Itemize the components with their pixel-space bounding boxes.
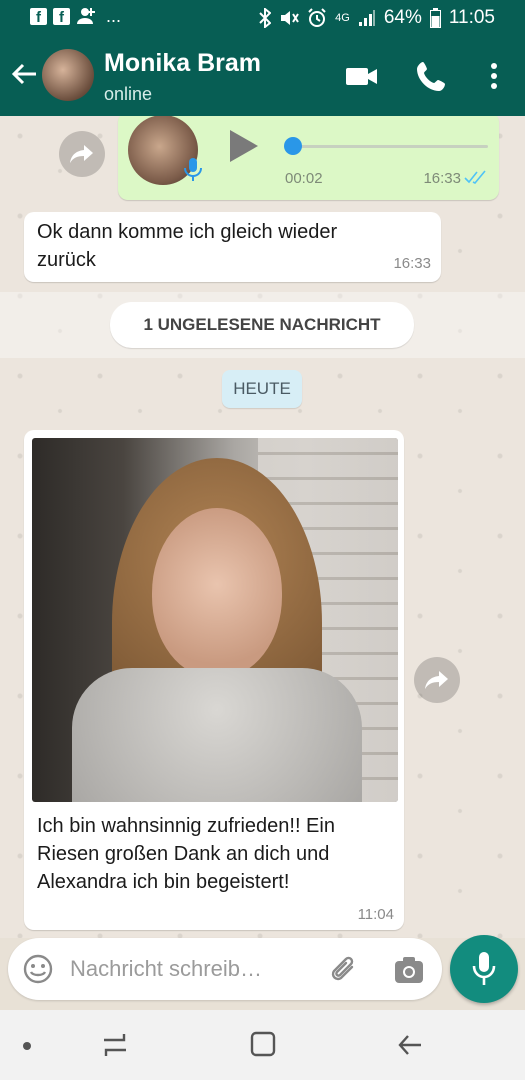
network-type: 4G [335, 11, 350, 24]
back-button-icon[interactable] [395, 1030, 425, 1060]
forward-button[interactable] [59, 131, 105, 177]
voice-record-button[interactable] [450, 935, 518, 1003]
voice-duration: 00:02 [285, 170, 323, 187]
chat-area[interactable]: 00:02 16:33 Ok dann komme ich gleich wie… [0, 116, 525, 938]
photo-face [152, 508, 282, 678]
avatar[interactable] [42, 49, 94, 101]
message-input[interactable] [70, 952, 320, 986]
add-person-icon [77, 8, 95, 24]
message-text-line: zurück [37, 249, 96, 271]
more-options-icon[interactable] [476, 58, 512, 94]
attach-icon[interactable] [328, 953, 362, 987]
date-divider: HEUTE [222, 370, 302, 408]
signal-icon [358, 10, 375, 26]
camera-icon[interactable] [392, 953, 426, 987]
message-time: 16:33 [393, 255, 431, 272]
message-text-line: Ich bin wahnsinnig zufrieden!! Ein [37, 815, 335, 837]
message-text-line: Alexandra ich bin begeistert! [37, 871, 290, 893]
video-call-icon[interactable] [344, 58, 380, 94]
facebook-icon: f [53, 7, 70, 26]
voice-message-bubble[interactable]: 00:02 16:33 [118, 116, 499, 200]
forward-button[interactable] [414, 657, 460, 703]
forward-icon [70, 145, 93, 163]
photo-sweater [72, 668, 362, 802]
emoji-icon[interactable] [22, 953, 54, 985]
recent-apps-icon[interactable] [100, 1030, 130, 1060]
system-icons: 4G 64% 11:05 [259, 7, 495, 29]
audio-progress-track[interactable] [293, 145, 488, 148]
facebook-icon: f [30, 7, 47, 26]
forward-icon [425, 671, 448, 689]
message-composer [8, 938, 442, 1000]
more-notifications: ... [106, 6, 122, 26]
status-bar: f f ... 4G 64% 11:05 [0, 0, 525, 36]
chat-header: Monika Bram online [0, 36, 525, 116]
dot-indicator-icon [23, 1042, 31, 1050]
incoming-message-bubble[interactable]: Ok dann komme ich gleich wieder zurück 1… [24, 212, 441, 282]
phone-icon[interactable] [414, 58, 450, 94]
message-time: 11:04 [357, 906, 394, 923]
shared-photo[interactable] [32, 438, 398, 802]
notification-icons: f f ... [30, 6, 122, 26]
battery-icon [429, 8, 441, 28]
unread-messages-badge: 1 UNGELESENE NACHRICHT [110, 302, 414, 348]
read-ticks-icon [464, 170, 486, 184]
alarm-icon [308, 8, 326, 27]
audio-seek-thumb[interactable] [284, 137, 302, 155]
battery-percent: 64% [383, 7, 422, 28]
contact-name[interactable]: Monika Bram [104, 49, 261, 78]
microphone-icon [184, 158, 202, 181]
message-text-line: Ok dann komme ich gleich wieder [37, 221, 338, 243]
system-navigation-bar [0, 1010, 525, 1080]
bluetooth-icon [259, 8, 272, 28]
message-time: 16:33 [423, 170, 461, 187]
message-text-line: Riesen großen Dank an dich und [37, 843, 330, 865]
mute-icon [281, 11, 299, 25]
home-button-icon[interactable] [248, 1029, 278, 1059]
play-button[interactable] [230, 130, 258, 162]
microphone-icon [472, 952, 496, 985]
photo-message-bubble[interactable]: Ich bin wahnsinnig zufrieden!! Ein Riese… [24, 430, 404, 930]
back-arrow-icon[interactable] [10, 60, 38, 88]
contact-status: online [104, 84, 153, 104]
clock: 11:05 [448, 7, 495, 28]
